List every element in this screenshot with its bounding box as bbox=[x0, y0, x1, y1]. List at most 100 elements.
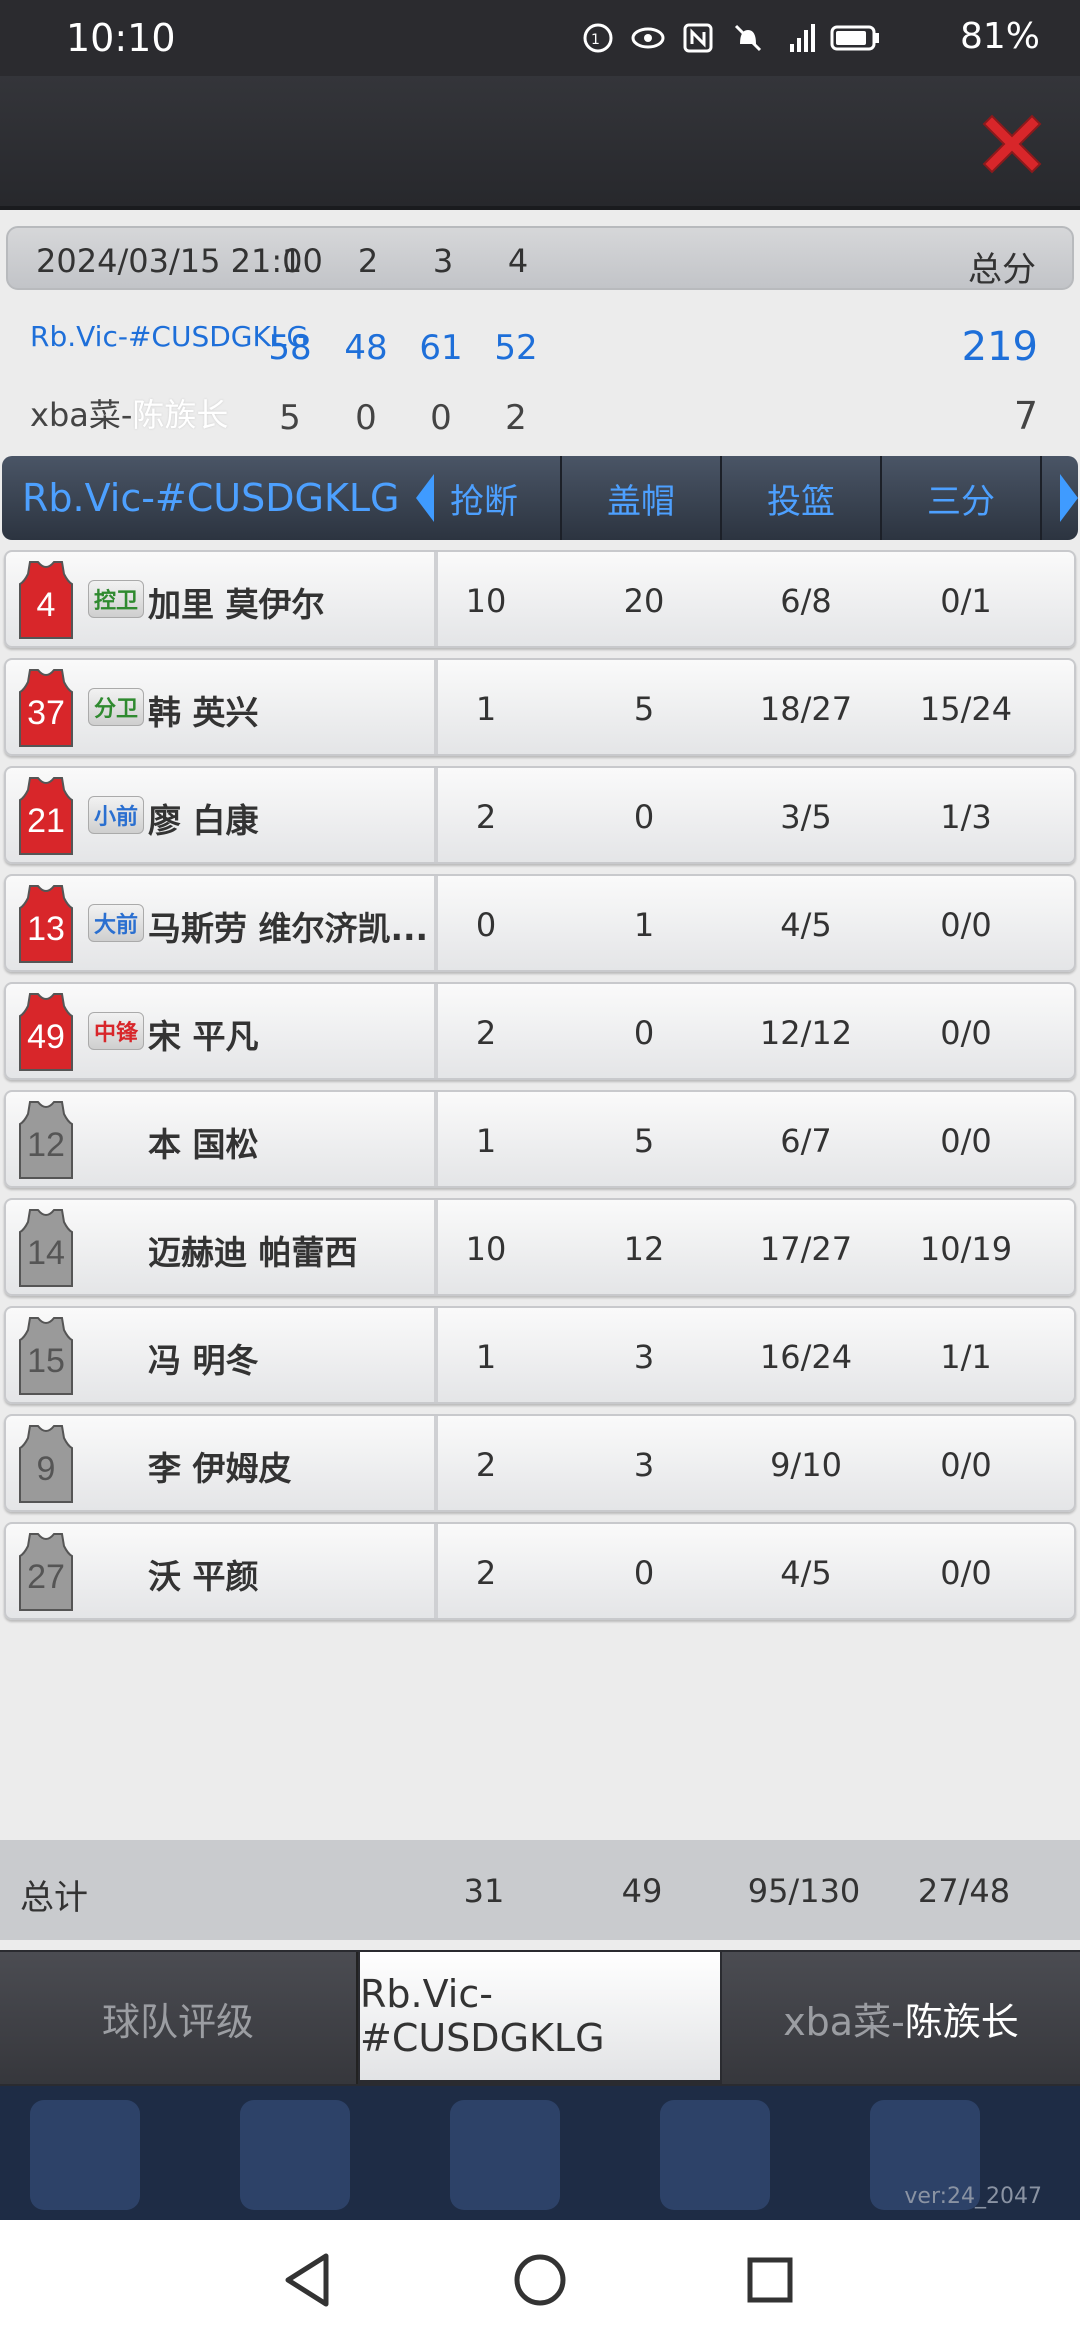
data-saver-icon: 1 bbox=[583, 23, 613, 53]
player-name: 马斯劳 维尔济凯... bbox=[148, 909, 429, 948]
jersey-number: 14 bbox=[27, 1234, 65, 1272]
home-quarter-score: 48 bbox=[344, 328, 388, 368]
player-row[interactable]: 49 中锋宋 平凡 2 0 12/12 0/0 bbox=[4, 982, 1076, 1080]
away-quarter-score: 2 bbox=[505, 398, 527, 438]
stat-fg: 17/27 bbox=[759, 1230, 853, 1268]
away-quarter-score: 5 bbox=[279, 398, 301, 438]
stat-three: 0/0 bbox=[940, 1014, 992, 1052]
dialog-header bbox=[0, 76, 1080, 210]
recents-icon[interactable] bbox=[738, 2248, 802, 2312]
stats-header-bar: Rb.Vic-#CUSDGKLG 抢断 盖帽 投篮 三分 bbox=[2, 456, 1078, 540]
stat-fg: 12/12 bbox=[759, 1014, 853, 1052]
scoreboard: 2024/03/15 21:00 1 2 3 4 总分 Rb.Vic-#CUSD… bbox=[6, 220, 1074, 448]
player-row[interactable]: 37 分卫韩 英兴 1 5 18/27 15/24 bbox=[4, 658, 1076, 756]
total-blocks: 49 bbox=[621, 1872, 663, 1910]
background-icon bbox=[450, 2100, 560, 2210]
column-header-blocks[interactable]: 盖帽 bbox=[562, 456, 722, 540]
jersey-number: 9 bbox=[36, 1450, 56, 1488]
scroll-left-arrow-icon[interactable] bbox=[414, 472, 436, 524]
stats-columns: 抢断 盖帽 投篮 三分 bbox=[436, 456, 1042, 540]
total-label: 总分 bbox=[968, 250, 1036, 290]
home-quarter-score: 61 bbox=[419, 328, 463, 368]
stat-three: 0/0 bbox=[940, 1122, 992, 1160]
player-row[interactable]: 13 大前 马斯劳 维尔济凯... 0 1 4/5 0/0 bbox=[4, 874, 1076, 972]
stat-fg: 16/24 bbox=[759, 1338, 853, 1376]
jersey-number: 15 bbox=[27, 1342, 65, 1380]
stat-fg: 3/5 bbox=[780, 798, 832, 836]
battery-percent: 81% bbox=[959, 16, 1040, 57]
tab-team-rating[interactable]: 球队评级 bbox=[0, 1952, 358, 2084]
stat-three: 1/3 bbox=[940, 798, 992, 836]
scroll-right-arrow-icon[interactable] bbox=[1058, 472, 1080, 524]
total-fg: 95/130 bbox=[747, 1872, 861, 1910]
quarter-label: 2 bbox=[357, 242, 379, 280]
stat-blocks: 12 bbox=[623, 1230, 665, 1268]
home-total-score: 219 bbox=[961, 324, 1038, 370]
background-icon bbox=[660, 2100, 770, 2210]
totals-row: 总计 31 49 95/130 27/48 bbox=[0, 1840, 1080, 1940]
box-score-panel: 2024/03/15 21:00 1 2 3 4 总分 Rb.Vic-#CUSD… bbox=[0, 210, 1080, 1950]
column-header-three[interactable]: 三分 bbox=[882, 456, 1042, 540]
stat-steals: 1 bbox=[475, 1338, 497, 1376]
player-name: 沃 平颜 bbox=[148, 1557, 259, 1596]
stat-steals: 2 bbox=[475, 1014, 497, 1052]
tab-home-team[interactable]: Rb.Vic-#CUSDGKLG bbox=[360, 1952, 720, 2080]
player-row[interactable]: 21 小前廖 白康 2 0 3/5 1/3 bbox=[4, 766, 1076, 864]
stat-steals: 2 bbox=[475, 1446, 497, 1484]
nfc-icon bbox=[683, 23, 713, 53]
stat-blocks: 5 bbox=[633, 690, 655, 728]
tab-away-team[interactable]: xba菜- 陈族长 bbox=[722, 1952, 1080, 2084]
away-total-score: 7 bbox=[1013, 394, 1038, 438]
player-row[interactable]: 15 冯 明冬 1 3 16/24 1/1 bbox=[4, 1306, 1076, 1404]
player-name: 李 伊姆皮 bbox=[148, 1449, 292, 1488]
home-quarter-score: 58 bbox=[268, 328, 312, 368]
status-bar: 10:10 1 81% bbox=[0, 0, 1080, 76]
signal-icon bbox=[790, 24, 815, 52]
home-icon[interactable] bbox=[508, 2248, 572, 2312]
player-name: 廖 白康 bbox=[148, 801, 259, 840]
stat-blocks: 1 bbox=[633, 906, 655, 944]
quarter-label: 1 bbox=[281, 242, 303, 280]
tab-away-suffix: 陈族长 bbox=[904, 1999, 1019, 2044]
position-badge: 中锋 bbox=[88, 1012, 144, 1050]
player-row[interactable]: 12 本 国松 1 5 6/7 0/0 bbox=[4, 1090, 1076, 1188]
player-name: 韩 英兴 bbox=[148, 693, 259, 732]
player-row[interactable]: 9 李 伊姆皮 2 3 9/10 0/0 bbox=[4, 1414, 1076, 1512]
away-team-suffix: 陈族长 bbox=[132, 396, 229, 434]
away-team-prefix: xba菜- bbox=[30, 396, 133, 434]
stat-three: 1/1 bbox=[940, 1338, 992, 1376]
stat-steals: 10 bbox=[465, 582, 507, 620]
jersey-number: 49 bbox=[27, 1018, 65, 1056]
away-quarter-score: 0 bbox=[430, 398, 452, 438]
svg-text:1: 1 bbox=[591, 32, 600, 48]
player-name: 本 国松 bbox=[148, 1125, 259, 1164]
position-badge: 小前 bbox=[88, 796, 144, 834]
quarter-label: 3 bbox=[432, 242, 454, 280]
jersey-number: 37 bbox=[27, 694, 65, 732]
player-row[interactable]: 4 控卫 加里 莫伊尔 10 20 6/8 0/1 bbox=[4, 550, 1076, 648]
status-time: 10:10 bbox=[66, 16, 176, 60]
player-row[interactable]: 14 迈赫迪 帕蕾西 10 12 17/27 10/19 bbox=[4, 1198, 1076, 1296]
back-icon[interactable] bbox=[276, 2248, 340, 2312]
stat-fg: 6/7 bbox=[780, 1122, 832, 1160]
stat-steals: 2 bbox=[475, 1554, 497, 1592]
system-nav-bar bbox=[0, 2220, 1080, 2340]
stat-steals: 0 bbox=[475, 906, 497, 944]
background-icon bbox=[240, 2100, 350, 2210]
away-team-name: xba菜-陈族长 bbox=[30, 390, 228, 436]
position-badge: 控卫 bbox=[88, 580, 144, 618]
scoreboard-header: 2024/03/15 21:00 1 2 3 4 总分 bbox=[6, 226, 1074, 290]
player-row[interactable]: 27 沃 平颜 2 0 4/5 0/0 bbox=[4, 1522, 1076, 1620]
stat-fg: 4/5 bbox=[780, 906, 832, 944]
stat-fg: 18/27 bbox=[759, 690, 853, 728]
stat-fg: 4/5 bbox=[780, 1554, 832, 1592]
column-header-steals[interactable]: 抢断 bbox=[436, 456, 562, 540]
column-header-fg[interactable]: 投篮 bbox=[722, 456, 882, 540]
stat-blocks: 0 bbox=[633, 1554, 655, 1592]
player-name: 加里 莫伊尔 bbox=[148, 585, 325, 624]
away-quarter-score: 0 bbox=[355, 398, 377, 438]
stat-three: 0/0 bbox=[940, 906, 992, 944]
stat-steals: 10 bbox=[465, 1230, 507, 1268]
tab-away-prefix: xba菜- bbox=[783, 1999, 905, 2044]
close-icon[interactable] bbox=[976, 108, 1048, 180]
